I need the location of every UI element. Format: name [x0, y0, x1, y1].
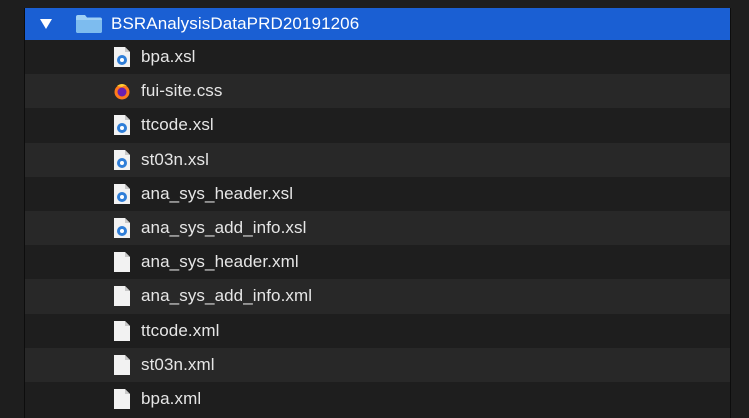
file-name: ana_sys_add_info.xml: [141, 286, 313, 306]
xml-file-icon: [113, 285, 131, 307]
folder-name: BSRAnalysisDataPRD20191206: [111, 14, 360, 33]
finder-list-view: BSRAnalysisDataPRD20191206 bpa.xsl fui-s…: [24, 8, 731, 418]
xsl-file-icon: [113, 149, 131, 171]
file-name: st03n.xml: [141, 354, 215, 374]
xml-file-icon: [113, 388, 131, 410]
xml-file-icon: [113, 320, 131, 342]
xsl-file-icon: [113, 217, 131, 239]
file-name: ttcode.xsl: [141, 115, 214, 135]
file-row[interactable]: st03n.xsl: [25, 142, 730, 177]
file-row[interactable]: bpa.xsl: [25, 40, 730, 74]
file-name: ana_sys_add_info.xsl: [141, 218, 307, 238]
file-row[interactable]: st03n.xml: [25, 347, 730, 382]
css-file-icon: [113, 80, 131, 102]
file-name: ttcode.xml: [141, 320, 220, 340]
disclosure-triangle-icon[interactable]: [35, 18, 57, 30]
file-row[interactable]: ttcode.xsl: [25, 108, 730, 142]
file-row[interactable]: bpa.xml: [25, 382, 730, 416]
xml-file-icon: [113, 251, 131, 273]
file-row[interactable]: ana_sys_add_info.xsl: [25, 210, 730, 246]
file-row[interactable]: ana_sys_add_info.xml: [25, 279, 730, 314]
xml-file-icon: [113, 354, 131, 376]
file-row[interactable]: ana_sys_header.xsl: [25, 177, 730, 211]
file-row[interactable]: ana_sys_header.xml: [25, 245, 730, 279]
file-name: bpa.xml: [141, 388, 202, 408]
file-row[interactable]: ttcode.xml: [25, 314, 730, 348]
file-name: fui-site.css: [141, 81, 223, 101]
folder-row[interactable]: BSRAnalysisDataPRD20191206: [25, 8, 730, 40]
xsl-file-icon: [113, 183, 131, 205]
folder-icon: [75, 14, 103, 34]
xsl-file-icon: [113, 114, 131, 136]
file-row[interactable]: fui-site.css: [25, 74, 730, 109]
file-name: ana_sys_header.xsl: [141, 183, 294, 203]
file-name: bpa.xsl: [141, 47, 196, 67]
file-name: st03n.xsl: [141, 149, 209, 169]
xsl-file-icon: [113, 46, 131, 68]
file-name: ana_sys_header.xml: [141, 252, 299, 272]
